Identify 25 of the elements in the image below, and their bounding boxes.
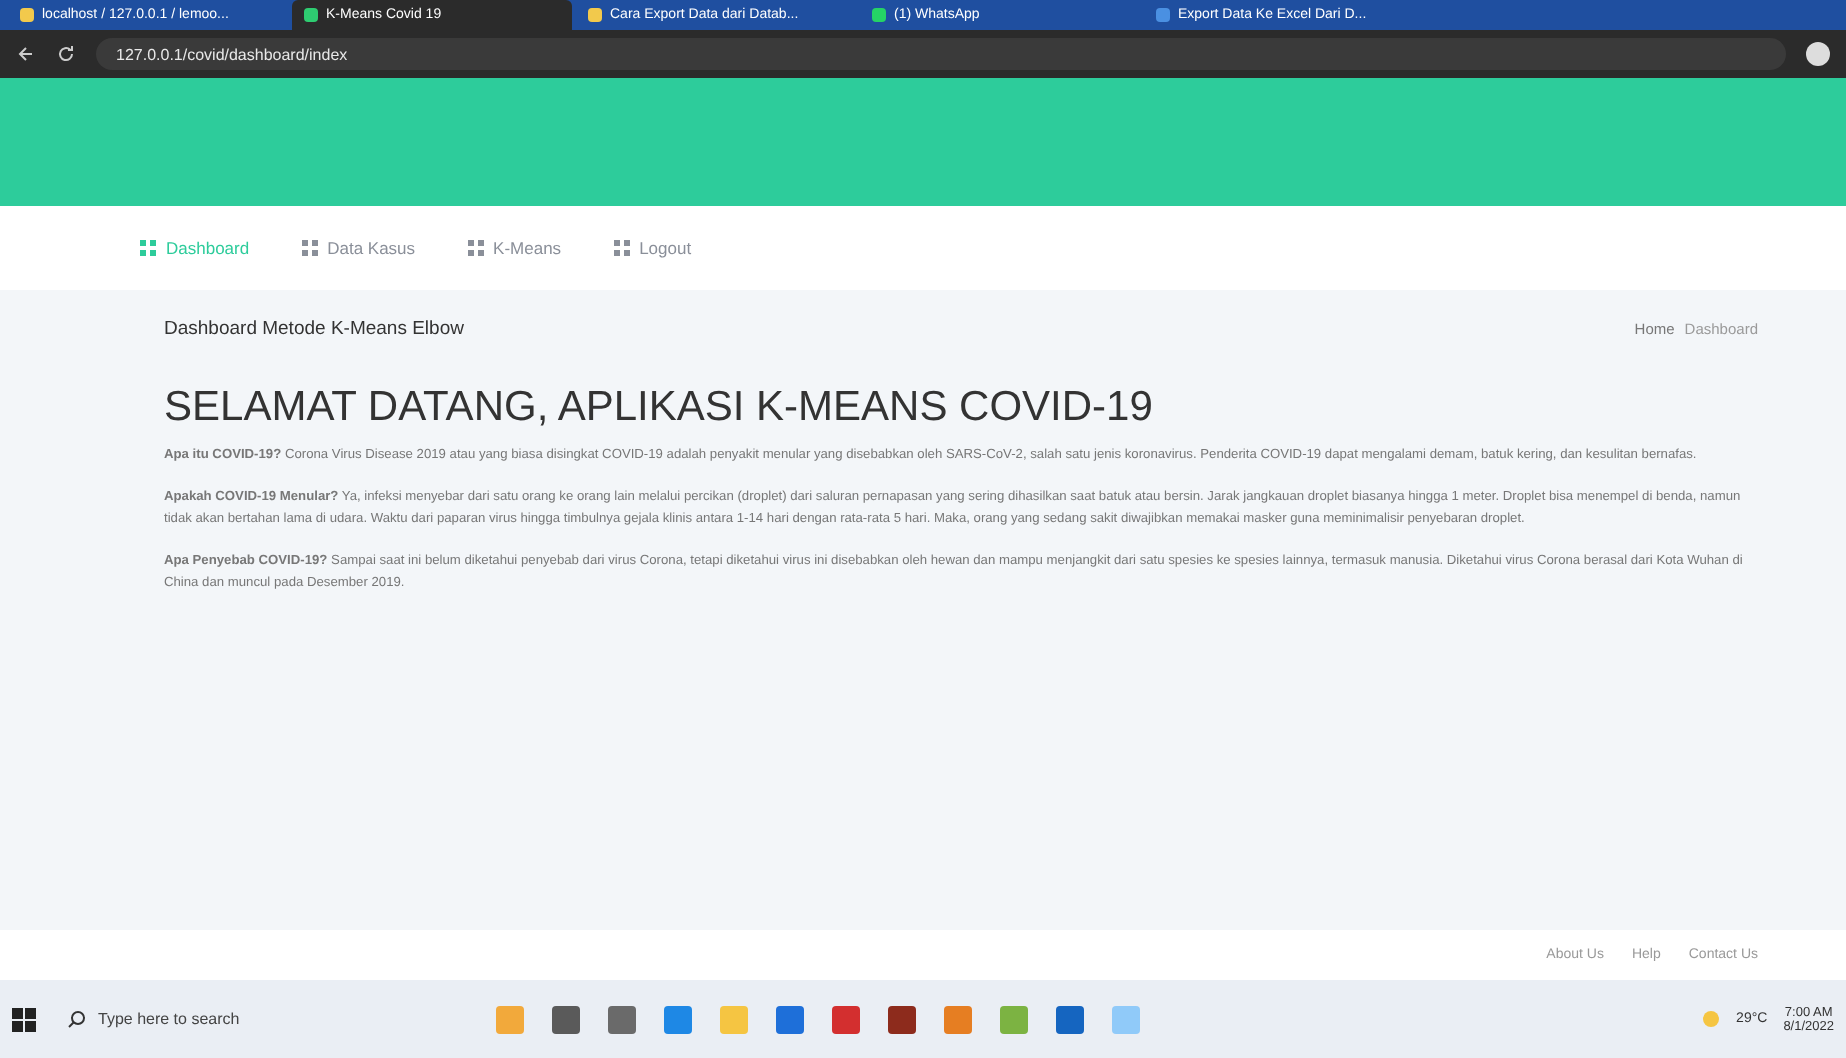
search-icon [68, 1010, 86, 1028]
back-icon[interactable] [16, 44, 36, 64]
app-icon[interactable] [776, 1005, 804, 1033]
reload-icon[interactable] [56, 44, 76, 64]
weather-icon [1702, 1010, 1721, 1028]
nav-link[interactable]: K-Means [467, 238, 562, 258]
app-icon[interactable] [1056, 1005, 1084, 1033]
nav-link[interactable]: Data Kasus [301, 238, 416, 258]
windows-icon[interactable] [12, 1007, 36, 1031]
app-icon[interactable] [664, 1005, 692, 1033]
grid-icon [613, 240, 630, 256]
welcome-heading: SELAMAT DATANG, APLIKASI K-MEANS COVID-19 [164, 384, 1155, 432]
nav-link[interactable]: Logout [613, 238, 692, 258]
address-bar[interactable]: 127.0.0.1/covid/dashboard/index [96, 38, 1786, 70]
grid-icon [301, 240, 318, 256]
grid-icon [140, 240, 156, 256]
app-icon[interactable] [832, 1005, 860, 1033]
app-icon[interactable] [552, 1005, 580, 1033]
grid-icon [467, 240, 484, 256]
page-title: Dashboard Metode K-Means Elbow [164, 318, 464, 340]
profile-icon[interactable] [1806, 42, 1830, 66]
app-icon[interactable] [888, 1005, 916, 1033]
taskbar-search-field[interactable]: Type here to search [56, 991, 396, 1047]
nav-link[interactable]: Dashboard [140, 238, 250, 258]
app-icon[interactable] [608, 1005, 636, 1033]
